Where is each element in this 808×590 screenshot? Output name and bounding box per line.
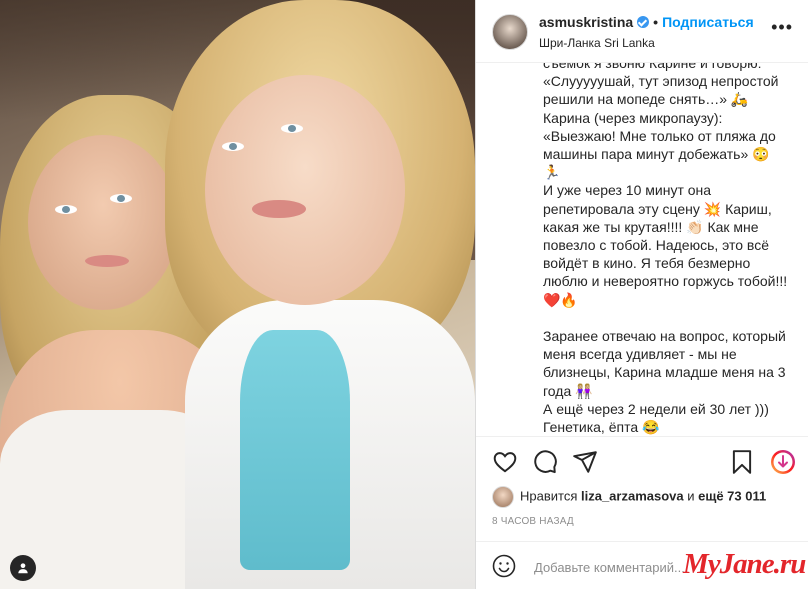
post-timestamp[interactable]: 8 часов назад [492,516,574,527]
emoji-icon [492,554,516,578]
likes-line: Нравится liza_arzamasova и ещё 73 011 [492,486,766,508]
emoji-button[interactable] [492,554,516,578]
liker-avatar[interactable] [492,486,514,508]
caption-line: И уже через 10 минут она репетировала эт… [543,182,792,308]
caption-line: А ещё через 2 недели ей 30 лет ))) [543,400,769,417]
caption-line: «Слууууушай, тут эпизод непростой решили… [543,73,783,108]
like-button[interactable] [492,449,518,475]
person-left-eye [55,205,77,214]
user-tag-button[interactable] [10,555,36,581]
caption-line [543,309,793,327]
bookmark-button[interactable] [729,449,755,475]
person-right-tshirt [240,330,350,570]
person-right-lips [252,200,306,218]
person-left-lips [85,255,129,267]
avatar[interactable] [492,14,528,50]
bookmark-icon [732,450,752,474]
verified-icon [637,16,650,28]
caption-line: «Выезжаю! Мне только от пляжа до машины … [543,127,780,163]
person-right-face [205,75,405,305]
post-side-panel: asmuskristina • Подписаться Шри-Ланка Sri … [475,0,808,589]
username-link[interactable]: asmuskristina [539,14,633,30]
scroll-down-button[interactable] [770,449,796,475]
location-link[interactable]: Шри-Ланка Sri Lanka [539,36,655,50]
post-header: asmuskristina • Подписаться Шри-Ланка Sri … [476,0,808,63]
person-left-face [28,135,178,310]
scroll-down-icon [771,450,795,474]
likes-prefix: Нравится [520,488,578,504]
user-tag-icon [18,563,28,574]
caption-line: Заранее отвечаю на вопрос, который меня … [543,328,790,399]
more-options-button[interactable]: ••• [771,18,793,36]
person-right-eye [222,142,244,151]
share-button[interactable] [572,449,598,475]
instagram-post: asmuskristina • Подписаться Шри-Ланка Sri … [0,0,808,589]
header-user-line: asmuskristina • Подписаться [539,14,754,30]
liker-username-link[interactable]: liza_arzamasova [581,488,684,503]
caption-scroll-area[interactable]: съемок я звоню Карине и говорю: «Слууууу… [543,63,793,435]
post-photo[interactable] [0,0,475,589]
comment-icon [534,450,557,474]
caption-line: 🏃 [543,164,561,181]
comment-button[interactable] [532,449,558,475]
person-right-eye [281,124,303,133]
likes-count-link[interactable]: ещё 73 011 [698,488,766,503]
share-icon [573,451,597,473]
action-bar [476,436,808,487]
person-left-eye [110,194,132,203]
heart-icon [493,452,517,473]
caption-line: съемок я звоню Карине и говорю: [543,63,762,71]
caption-line: Генетика, ёпта 😂 [543,419,660,435]
site-watermark-logo: MyJane.ru [683,548,806,580]
separator-dot: • [653,14,659,30]
follow-button[interactable]: Подписаться [662,14,754,30]
likes-middle: и [687,488,695,504]
caption-line: Карина (через микропаузу): [543,109,723,126]
